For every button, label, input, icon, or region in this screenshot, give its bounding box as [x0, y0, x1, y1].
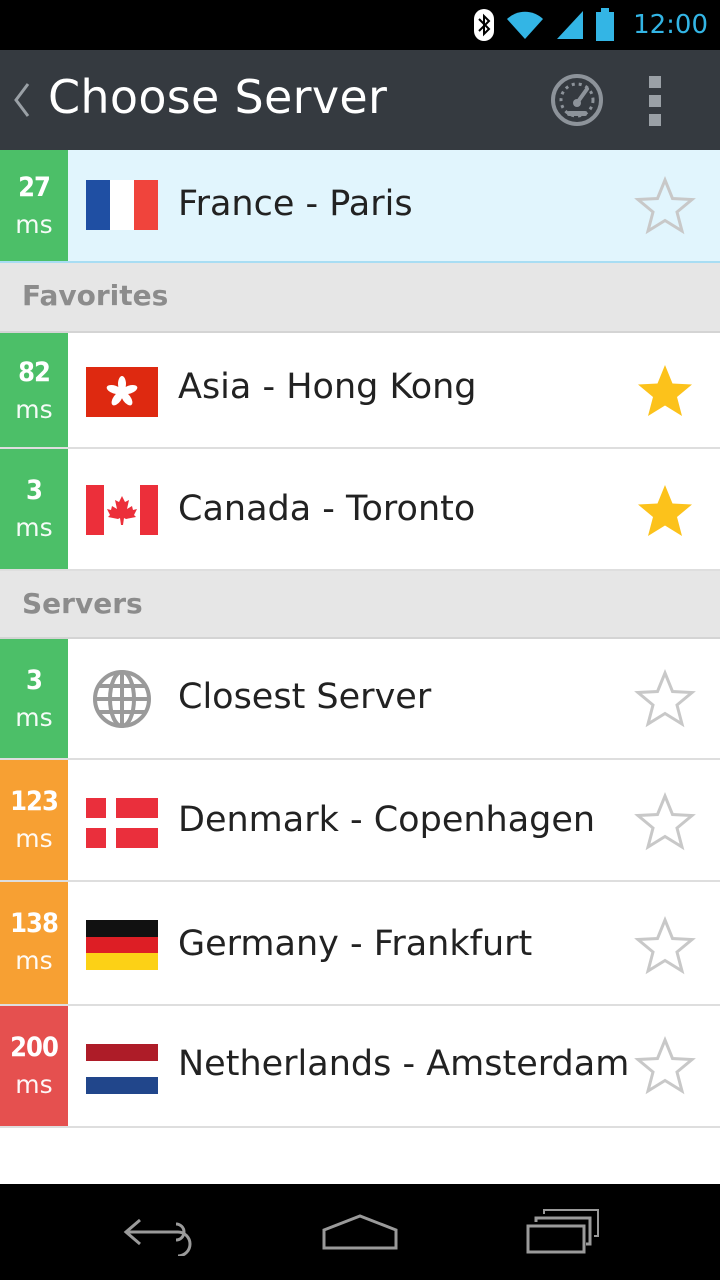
- speedometer-icon[interactable]: [550, 73, 604, 127]
- ping-badge: 3 ms: [0, 639, 68, 758]
- ping-badge: 3 ms: [0, 449, 68, 569]
- server-row[interactable]: 3 ms Closest Server: [0, 639, 720, 760]
- section-title: Favorites: [22, 279, 169, 312]
- status-bar: 12:00: [0, 0, 720, 50]
- germany-flag: [86, 920, 158, 970]
- netherlands-flag: [86, 1044, 158, 1094]
- server-row[interactable]: 82 ms Asia - Hong Kong: [0, 333, 720, 449]
- signal-icon: [557, 11, 584, 39]
- favorite-star-icon[interactable]: [634, 792, 696, 852]
- server-row[interactable]: 123 ms Denmark - Copenhagen: [0, 760, 720, 882]
- ping-value: 3: [26, 665, 43, 696]
- favorite-star-icon[interactable]: [634, 916, 696, 976]
- wifi-icon: [507, 11, 544, 39]
- hong-kong-flag: [86, 367, 158, 417]
- favorite-star-icon[interactable]: [634, 1036, 696, 1096]
- navigation-bar: [0, 1184, 720, 1280]
- status-icons: 12:00: [473, 0, 708, 50]
- favorite-star-icon[interactable]: [634, 176, 696, 236]
- server-name: Closest Server: [178, 677, 432, 717]
- ping-unit: ms: [15, 210, 53, 239]
- server-name: France - Paris: [178, 184, 413, 224]
- ping-unit: ms: [15, 703, 53, 732]
- ping-unit: ms: [15, 946, 53, 975]
- status-clock: 12:00: [633, 10, 708, 40]
- ping-badge: 82 ms: [0, 333, 68, 447]
- section-title: Servers: [22, 587, 143, 620]
- action-bar: Choose Server: [0, 50, 720, 150]
- server-name: Asia - Hong Kong: [178, 367, 477, 407]
- back-chevron-icon[interactable]: [10, 76, 34, 124]
- server-row[interactable]: 3 ms Canada - Toronto: [0, 449, 720, 571]
- battery-icon: [596, 8, 615, 41]
- ping-badge: 138 ms: [0, 882, 68, 1004]
- ping-unit: ms: [15, 1070, 53, 1099]
- ping-value: 138: [10, 908, 59, 939]
- favorite-star-icon[interactable]: [634, 669, 696, 729]
- ping-unit: ms: [15, 824, 53, 853]
- current-server-row[interactable]: 27 ms France - Paris: [0, 150, 720, 263]
- server-name: Netherlands - Amsterdam: [178, 1044, 630, 1084]
- ping-badge: 27 ms: [0, 150, 68, 261]
- denmark-flag: [86, 798, 158, 848]
- overflow-menu-icon[interactable]: [640, 72, 670, 130]
- canada-flag: [86, 485, 158, 535]
- server-row[interactable]: 200 ms Netherlands - Amsterdam: [0, 1006, 720, 1128]
- france-flag: [86, 180, 158, 230]
- section-header-favorites: Favorites: [0, 263, 720, 333]
- ping-badge: 123 ms: [0, 760, 68, 880]
- server-name: Denmark - Copenhagen: [178, 800, 596, 840]
- ping-value: 3: [26, 475, 43, 506]
- bluetooth-icon: [474, 9, 495, 41]
- home-icon[interactable]: [320, 1208, 400, 1256]
- ping-badge: 200 ms: [0, 1006, 68, 1126]
- ping-value: 200: [10, 1032, 59, 1063]
- server-name: Germany - Frankfurt: [178, 924, 533, 964]
- recent-apps-icon[interactable]: [524, 1208, 604, 1256]
- ping-value: 27: [18, 172, 51, 203]
- ping-value: 123: [10, 786, 59, 817]
- section-header-servers: Servers: [0, 571, 720, 639]
- server-row[interactable]: 138 ms Germany - Frankfurt: [0, 882, 720, 1006]
- ping-unit: ms: [15, 513, 53, 542]
- back-icon[interactable]: [120, 1208, 200, 1256]
- favorite-star-icon[interactable]: [634, 481, 696, 541]
- server-name: Canada - Toronto: [178, 489, 476, 529]
- favorite-star-icon[interactable]: [634, 361, 696, 421]
- ping-value: 82: [18, 357, 51, 388]
- ping-unit: ms: [15, 395, 53, 424]
- page-title: Choose Server: [48, 70, 388, 124]
- globe-icon: [93, 670, 151, 728]
